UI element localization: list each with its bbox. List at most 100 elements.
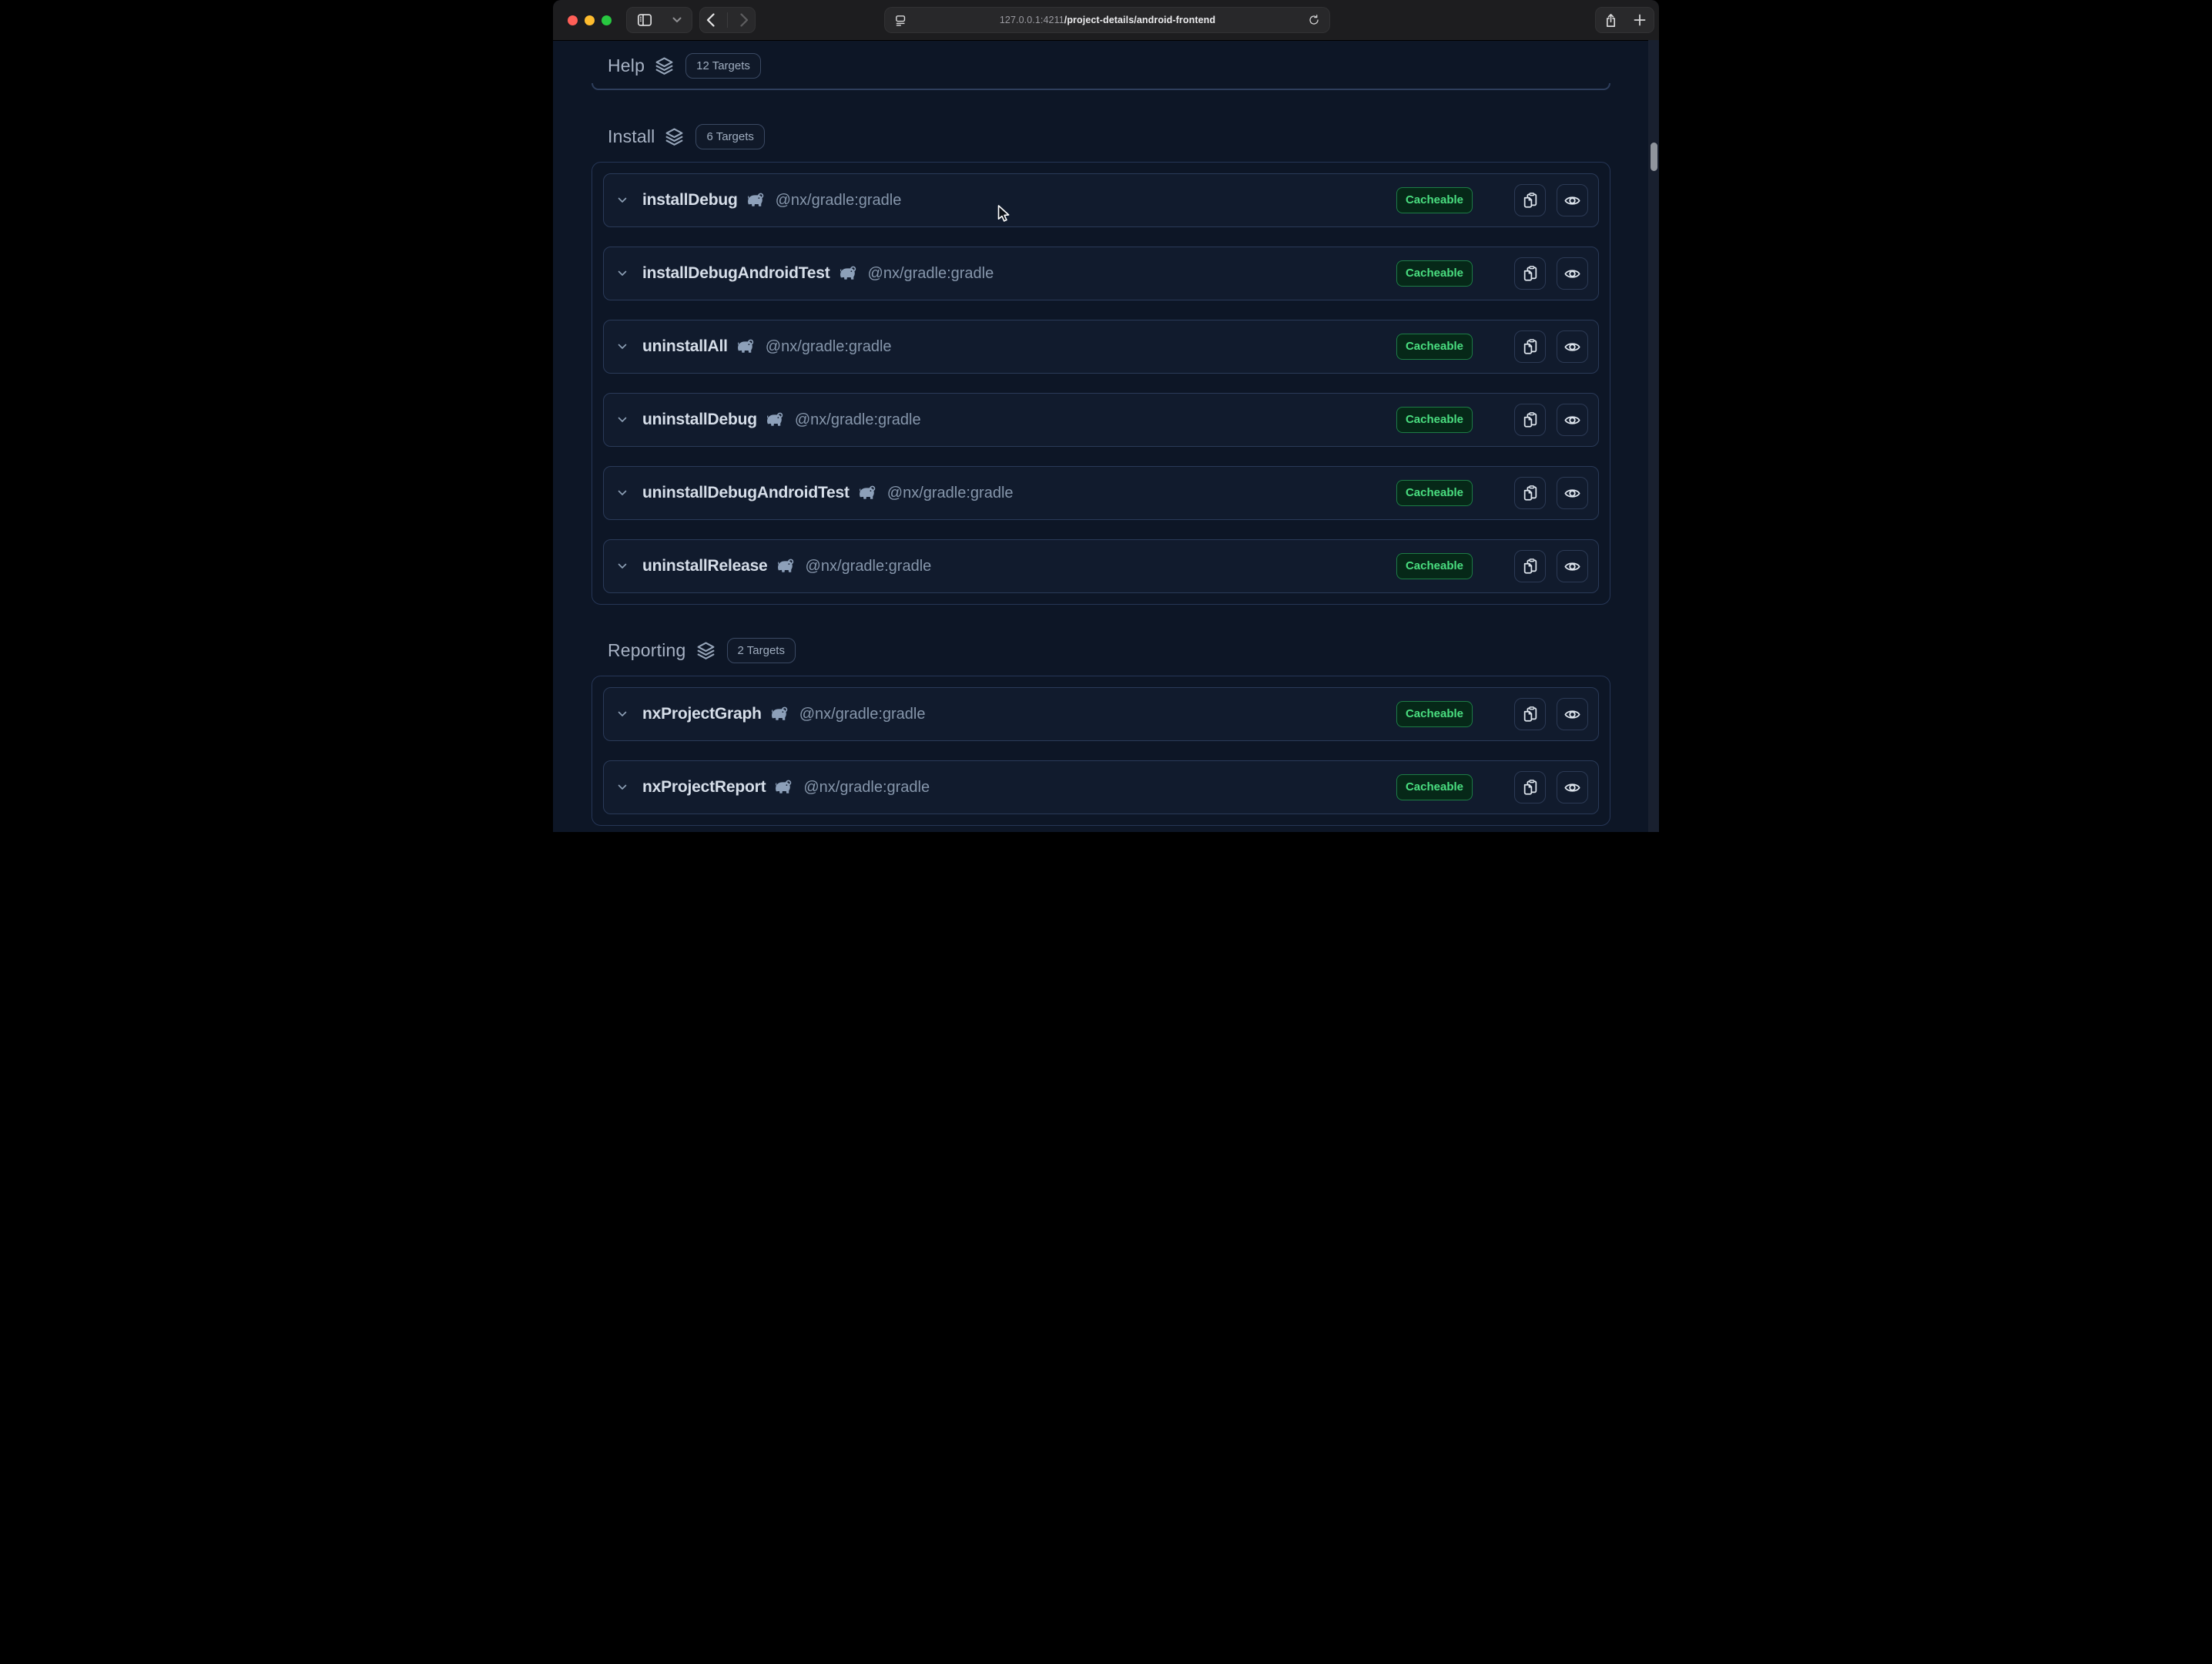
sidebar-dropdown-chevron-icon[interactable] (672, 17, 682, 23)
targets-count-badge: 6 Targets (695, 124, 764, 149)
chevron-down-icon[interactable] (616, 267, 628, 280)
copy-icon (1522, 485, 1539, 502)
view-task-button[interactable] (1557, 404, 1588, 436)
copy-icon (1522, 338, 1539, 355)
target-name: uninstallRelease (642, 557, 768, 575)
gradle-elephant-icon (839, 266, 860, 281)
chevron-down-icon[interactable] (616, 487, 628, 499)
gradle-elephant-icon (776, 559, 797, 574)
targets-count-badge: 2 Targets (727, 638, 796, 663)
target-name: uninstallDebug (642, 411, 757, 429)
target-executor: @nx/gradle:gradle (776, 192, 902, 210)
sidebar-toggle-group (626, 7, 692, 33)
cacheable-badge: Cacheable (1396, 701, 1473, 727)
chevron-down-icon[interactable] (616, 781, 628, 793)
eye-icon (1563, 265, 1581, 283)
browser-window: 127.0.0.1:4211/project-details/android-f… (553, 0, 1659, 832)
target-name: installDebug (642, 191, 738, 210)
copy-task-button[interactable] (1514, 184, 1546, 216)
eye-icon (1563, 411, 1581, 429)
scrollbar-thumb[interactable] (1651, 143, 1657, 171)
browser-toolbar: 127.0.0.1:4211/project-details/android-f… (553, 0, 1659, 40)
target-executor: @nx/gradle:gradle (887, 485, 1014, 502)
new-tab-button[interactable] (1634, 14, 1646, 26)
view-task-button[interactable] (1557, 184, 1588, 216)
target-row[interactable]: uninstallAll @nx/gradle:gradle Cacheable (603, 320, 1599, 374)
share-button[interactable] (1604, 13, 1617, 28)
cacheable-badge: Cacheable (1396, 774, 1473, 800)
copy-task-button[interactable] (1514, 550, 1546, 582)
target-row[interactable]: installDebugAndroidTest @nx/gradle:gradl… (603, 247, 1599, 300)
gradle-elephant-icon (746, 193, 767, 208)
target-row[interactable]: nxProjectGraph @nx/gradle:gradle Cacheab… (603, 687, 1599, 741)
url-path: /project-details/android-frontend (1064, 15, 1215, 25)
close-window-button[interactable] (568, 15, 578, 25)
view-task-button[interactable] (1557, 550, 1588, 582)
target-row[interactable]: uninstallRelease @nx/gradle:gradle Cache… (603, 539, 1599, 593)
copy-task-button[interactable] (1514, 404, 1546, 436)
view-task-button[interactable] (1557, 771, 1588, 803)
copy-task-button[interactable] (1514, 698, 1546, 730)
section-title: Help (608, 55, 645, 76)
target-executor: @nx/gradle:gradle (806, 558, 932, 575)
target-name: uninstallAll (642, 337, 728, 356)
targets-count-badge: 12 Targets (685, 53, 761, 79)
nav-divider (727, 12, 728, 28)
chevron-down-icon[interactable] (616, 708, 628, 720)
target-row[interactable]: nxProjectReport @nx/gradle:gradle Cachea… (603, 760, 1599, 814)
cacheable-badge: Cacheable (1396, 480, 1473, 506)
eye-icon (1563, 779, 1581, 797)
reload-button[interactable] (1308, 14, 1320, 26)
address-bar[interactable]: 127.0.0.1:4211/project-details/android-f… (884, 7, 1330, 33)
minimize-window-button[interactable] (585, 15, 595, 25)
target-executor: @nx/gradle:gradle (795, 411, 921, 429)
copy-task-button[interactable] (1514, 771, 1546, 803)
chevron-down-icon[interactable] (616, 414, 628, 426)
target-name: uninstallDebugAndroidTest (642, 484, 850, 502)
layers-icon (655, 56, 674, 75)
cacheable-badge: Cacheable (1396, 407, 1473, 433)
target-row[interactable]: installDebug @nx/gradle:gradle Cacheable (603, 173, 1599, 227)
copy-icon (1522, 411, 1539, 428)
layers-icon (696, 641, 716, 660)
view-task-button[interactable] (1557, 257, 1588, 290)
chevron-down-icon[interactable] (616, 341, 628, 353)
eye-icon (1563, 558, 1581, 575)
sidebar-icon[interactable] (637, 13, 652, 27)
scrollbar-track[interactable] (1648, 40, 1659, 832)
section-header-help: Help 12 Targets (608, 53, 1610, 79)
copy-task-button[interactable] (1514, 477, 1546, 509)
view-task-button[interactable] (1557, 330, 1588, 363)
target-executor: @nx/gradle:gradle (868, 265, 994, 283)
back-button[interactable] (706, 13, 715, 27)
target-name: nxProjectReport (642, 778, 766, 797)
reader-icon[interactable] (894, 14, 907, 27)
forward-button[interactable] (740, 13, 749, 27)
cacheable-badge: Cacheable (1396, 553, 1473, 579)
gradle-elephant-icon (736, 339, 757, 354)
section-title: Reporting (608, 640, 686, 661)
view-task-button[interactable] (1557, 477, 1588, 509)
copy-task-button[interactable] (1514, 330, 1546, 363)
target-row[interactable]: uninstallDebugAndroidTest @nx/gradle:gra… (603, 466, 1599, 520)
copy-task-button[interactable] (1514, 257, 1546, 290)
target-row[interactable]: uninstallDebug @nx/gradle:gradle Cacheab… (603, 393, 1599, 447)
copy-icon (1522, 265, 1539, 282)
project-details-page: Help 12 Targets Install 6 Targets (553, 40, 1659, 832)
copy-icon (1522, 779, 1539, 796)
target-executor: @nx/gradle:gradle (799, 706, 926, 723)
copy-icon (1522, 192, 1539, 209)
target-executor: @nx/gradle:gradle (766, 338, 892, 356)
copy-icon (1522, 558, 1539, 575)
cacheable-badge: Cacheable (1396, 187, 1473, 213)
url-host: 127.0.0.1:4211 (1000, 15, 1064, 25)
zoom-window-button[interactable] (602, 15, 612, 25)
eye-icon (1563, 485, 1581, 502)
cacheable-badge: Cacheable (1396, 334, 1473, 360)
chevron-down-icon[interactable] (616, 560, 628, 572)
eye-icon (1563, 338, 1581, 356)
chevron-down-icon[interactable] (616, 194, 628, 206)
view-task-button[interactable] (1557, 698, 1588, 730)
gradle-elephant-icon (770, 706, 791, 722)
help-section-container-bottom (592, 83, 1610, 90)
